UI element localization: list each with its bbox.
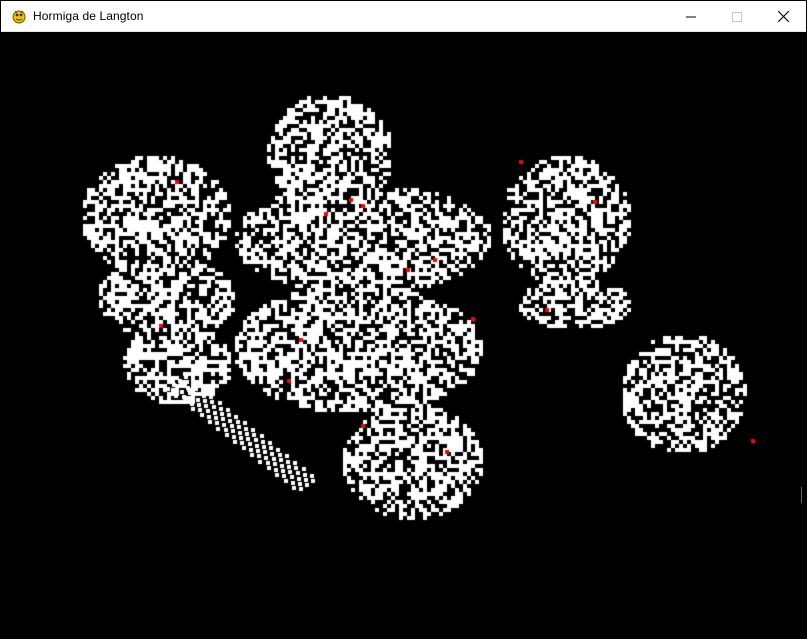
maximize-icon: [732, 11, 742, 22]
resize-edge[interactable]: [801, 487, 806, 503]
pygame-snake-icon[interactable]: [11, 8, 27, 24]
close-icon: [777, 11, 789, 22]
title-bar[interactable]: Hormiga de Langton: [1, 1, 806, 32]
close-button[interactable]: [760, 1, 806, 32]
langton-ant-grid[interactable]: [1, 32, 806, 638]
minimize-icon: [686, 16, 696, 17]
minimize-button[interactable]: [668, 1, 714, 32]
maximize-button[interactable]: [714, 1, 760, 32]
window-controls: [668, 1, 806, 32]
simulation-canvas[interactable]: [1, 32, 806, 638]
app-window: Hormiga de Langton: [0, 0, 807, 639]
window-title: Hormiga de Langton: [33, 9, 144, 23]
